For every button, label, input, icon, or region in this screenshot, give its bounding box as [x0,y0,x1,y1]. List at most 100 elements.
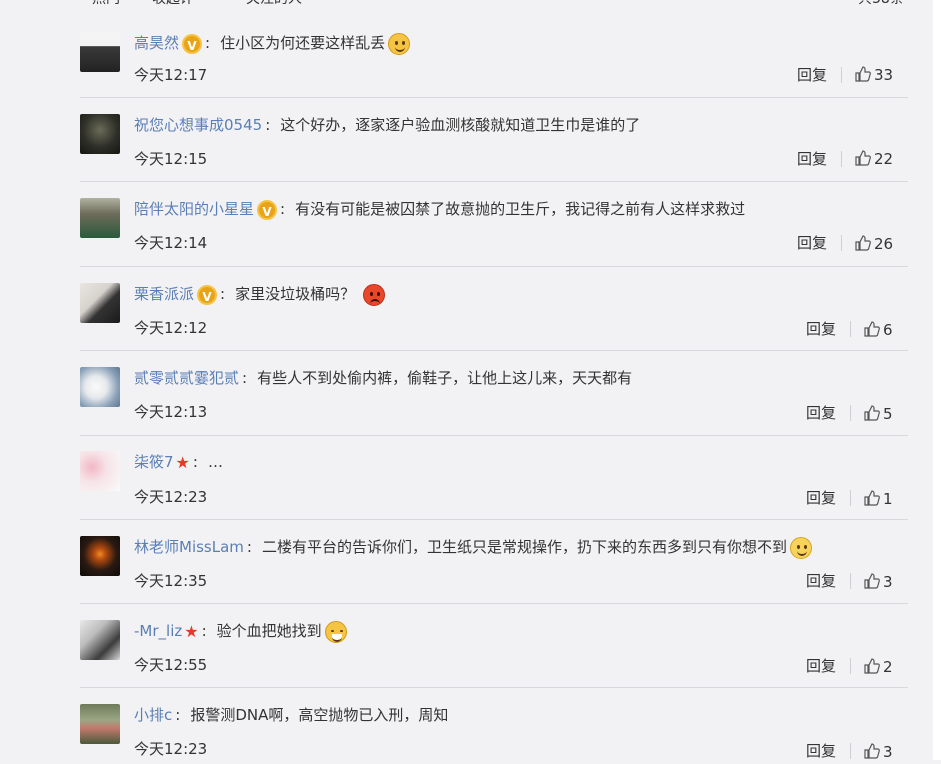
like-count: 3 [883,743,893,761]
tab-collapse[interactable]: 收起评 [152,0,194,8]
laugh-emoji-icon [324,620,347,643]
reply-button[interactable]: 回复 [797,64,827,85]
top-filter-strip: 热门 收起评 关注的人 共38条 [0,0,941,8]
avatar[interactable] [80,32,120,72]
comment-text: 报警测DNA啊，高空抛物已入刑，周知 [190,706,449,724]
avatar[interactable] [80,283,120,323]
username[interactable]: 陪伴太阳的小星星 [134,200,254,218]
username[interactable]: 高昊然 [134,34,179,52]
avatar[interactable] [80,367,120,407]
username[interactable]: 栗香派派 [134,285,194,303]
comment-item: 陪伴太阳的小星星 V: 有没有可能是被囚禁了故意抛的卫生斤，我记得之前有人这样求救过… [80,198,908,267]
like-button[interactable]: 5 [864,405,893,423]
comment-item: -Mr_liz ★: 验个血把她找到 今天12:55 回复 2 [80,620,908,688]
verified-badge-icon: V [182,33,203,54]
username[interactable]: 贰零贰贰霎犯贰 [134,369,239,387]
divider [850,743,851,759]
thumbs-up-icon [855,235,871,251]
divider [841,67,842,83]
username[interactable]: 小排c [134,706,172,724]
comment-text: 有没有可能是被囚禁了故意抛的卫生斤，我记得之前有人这样求救过 [295,200,746,218]
reply-button[interactable]: 回复 [806,570,836,591]
thumbs-up-icon [864,743,880,759]
verified-badge-icon: V [257,199,278,220]
comment-count: 共38条 [858,0,904,8]
divider [80,350,908,351]
comment-time: 今天12:23 [134,488,208,506]
like-button[interactable]: 22 [855,150,893,168]
like-button[interactable]: 3 [864,573,893,591]
like-count: 6 [883,321,893,339]
divider [80,266,908,267]
avatar[interactable] [80,451,120,491]
avatar[interactable] [80,620,120,660]
like-button[interactable]: 1 [864,490,893,508]
angry-emoji-icon [363,283,386,306]
reply-button[interactable]: 回复 [806,655,836,676]
comment-item: 高昊然 V: 住小区为何还要这样乱丢 今天12:17 回复 33 [80,32,908,98]
avatar[interactable] [80,704,120,744]
comment-item: 贰零贰贰霎犯贰: 有些人不到处偷内裤，偷鞋子，让他上这儿来，天天都有 今天12:1… [80,367,908,436]
like-count: 5 [883,405,893,423]
comment-time: 今天12:12 [134,319,208,337]
like-count: 22 [874,150,894,168]
thumbs-up-icon [864,321,880,337]
divider [80,435,908,436]
comment-time: 今天12:35 [134,572,208,590]
thumbs-up-icon [864,405,880,421]
like-button[interactable]: 33 [855,66,893,84]
divider [850,405,851,421]
smile-emoji-icon [789,536,812,559]
avatar[interactable] [80,114,120,154]
comment-time: 今天12:13 [134,403,208,421]
sweat-emoji-icon [388,32,411,55]
like-count: 26 [874,235,894,253]
star-badge-icon: ★ [175,452,190,472]
avatar[interactable] [80,198,120,238]
tab-hot[interactable]: 热门 [92,0,120,8]
tab-following[interactable]: 关注的人 [246,0,302,8]
comment-time: 今天12:15 [134,150,208,168]
like-count: 1 [883,490,893,508]
like-button[interactable]: 26 [855,235,893,253]
avatar[interactable] [80,536,120,576]
like-count: 3 [883,573,893,591]
reply-button[interactable]: 回复 [806,402,836,423]
comment-text: 二楼有平台的告诉你们，卫生纸只是常规操作，扔下来的东西多到只有你想不到 [261,538,787,556]
reply-button[interactable]: 回复 [806,487,836,508]
username[interactable]: 林老师MissLam [134,538,244,556]
like-count: 2 [883,658,893,676]
reply-button[interactable]: 回复 [797,148,827,169]
comment-time: 今天12:23 [134,740,208,758]
username[interactable]: -Mr_liz [134,622,182,640]
divider [841,151,842,167]
divider [80,687,908,688]
reply-button[interactable]: 回复 [806,318,836,339]
scrollbar[interactable] [933,0,941,760]
verified-badge-icon: V [197,284,218,305]
like-count: 33 [874,66,894,84]
comment-item: 栗香派派 V: 家里没垃圾桶吗？ 今天12:12 回复 6 [80,283,908,351]
reply-button[interactable]: 回复 [797,232,827,253]
username[interactable]: 祝您心想事成0545 [134,116,262,134]
comment-text: 住小区为何还要这样乱丢 [220,34,386,52]
divider [80,97,908,98]
like-button[interactable]: 3 [864,743,893,761]
like-button[interactable]: 6 [864,321,893,339]
comment-item: 小排c: 报警测DNA啊，高空抛物已入刑，周知 今天12:23 回复 3 [80,704,908,764]
divider [850,658,851,674]
thumbs-up-icon [864,658,880,674]
thumbs-up-icon [864,573,880,589]
comment-text: 家里没垃圾桶吗？ [235,285,356,303]
comment-time: 今天12:17 [134,66,208,84]
comment-text: 这个好办，逐家逐户验血测核酸就知道卫生巾是谁的了 [280,116,641,134]
username[interactable]: 柒筱7 [134,453,174,471]
divider [80,603,908,604]
divider [80,519,908,520]
like-button[interactable]: 2 [864,658,893,676]
reply-button[interactable]: 回复 [806,740,836,761]
comment-text: 验个血把她找到 [216,622,322,640]
thumbs-up-icon [855,150,871,166]
comment-text: … [207,453,223,471]
divider [80,181,908,182]
